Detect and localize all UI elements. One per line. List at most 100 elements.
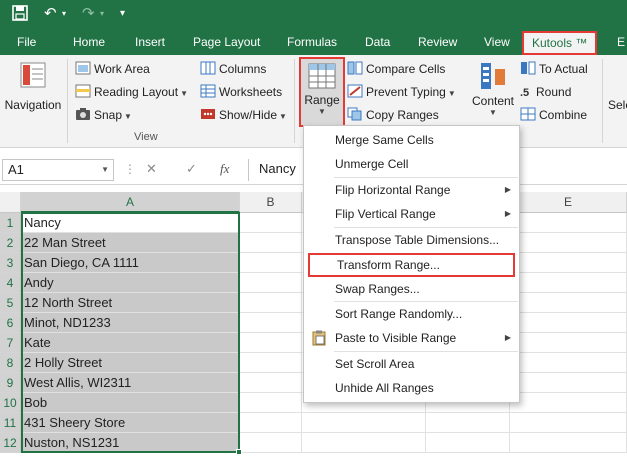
cell-empty[interactable] [510, 333, 627, 353]
tab-insert[interactable]: Insert [135, 30, 165, 55]
cell-empty[interactable] [240, 413, 302, 433]
row-header[interactable]: 1 [0, 213, 21, 233]
menu-item-transpose-table-dimensions[interactable]: Transpose Table Dimensions... [304, 228, 519, 252]
cell-empty[interactable] [240, 393, 302, 413]
reading-layout-button[interactable]: Reading Layout ▼ [75, 82, 188, 102]
column-header-a[interactable]: A [21, 192, 240, 213]
tab-review[interactable]: Review [418, 30, 457, 55]
columns-icon [200, 61, 216, 75]
undo-icon[interactable]: ↶ [44, 5, 57, 23]
cell-empty[interactable] [302, 413, 426, 433]
redo-icon[interactable]: ↷ [82, 5, 95, 23]
copy-ranges-button[interactable]: Copy Ranges [347, 105, 439, 125]
cell-empty[interactable] [240, 273, 302, 293]
worksheets-icon [200, 84, 216, 98]
worksheets-label: Worksheets [219, 85, 283, 99]
cell-empty[interactable] [240, 293, 302, 313]
cell-empty[interactable] [426, 433, 510, 453]
menu-item-merge-same-cells[interactable]: Merge Same Cells [304, 128, 519, 152]
cell-empty[interactable] [240, 333, 302, 353]
work-area-button[interactable]: Work Area [75, 59, 150, 79]
cell-empty[interactable] [510, 373, 627, 393]
menu-item-flip-vertical-range[interactable]: Flip Vertical Range ▶ [304, 202, 519, 226]
menu-item-unhide-all-ranges[interactable]: Unhide All Ranges [304, 376, 519, 400]
chevron-down-icon[interactable]: ▼ [101, 160, 109, 180]
cell-empty[interactable] [510, 353, 627, 373]
name-box[interactable]: A1 ▼ [2, 159, 114, 181]
tab-truncated[interactable]: E [617, 30, 625, 55]
select-all-corner[interactable] [0, 192, 21, 213]
show-hide-button[interactable]: Show/Hide ▼ [200, 105, 287, 125]
tab-formulas[interactable]: Formulas [287, 30, 337, 55]
cell-empty[interactable] [240, 313, 302, 333]
navigation-button[interactable]: Navigation [3, 61, 63, 112]
content-button[interactable]: Content ▼ [466, 61, 520, 117]
insert-function-icon[interactable]: fx [220, 161, 229, 177]
cell-empty[interactable] [426, 413, 510, 433]
worksheets-button[interactable]: Worksheets [200, 82, 282, 102]
row-header[interactable]: 10 [0, 393, 21, 413]
cell-empty[interactable] [510, 213, 627, 233]
customize-qat-icon[interactable]: ▾ [120, 5, 125, 23]
row-header[interactable]: 12 [0, 433, 21, 453]
redo-dropdown-icon[interactable]: ▾ [100, 5, 104, 23]
cancel-entry-icon[interactable]: ✕ [146, 161, 157, 177]
range-button[interactable]: Range ▼ [299, 57, 345, 127]
prevent-typing-button[interactable]: Prevent Typing ▼ [347, 82, 456, 102]
row-header[interactable]: 2 [0, 233, 21, 253]
round-button[interactable]: .5 Round [520, 82, 571, 102]
snap-button[interactable]: Snap ▼ [75, 105, 132, 125]
cell-empty[interactable] [240, 433, 302, 453]
work-area-label: Work Area [94, 62, 150, 76]
menu-item-paste-to-visible-range[interactable]: Paste to Visible Range ▶ [304, 326, 519, 350]
menu-item-swap-ranges[interactable]: Swap Ranges... [304, 277, 519, 301]
cell-empty[interactable] [302, 433, 426, 453]
select-button-truncated[interactable]: Sele [608, 95, 627, 115]
row-header[interactable]: 6 [0, 313, 21, 333]
columns-button[interactable]: Columns [200, 59, 266, 79]
combine-button[interactable]: Combine [520, 105, 587, 125]
tab-page-layout[interactable]: Page Layout [193, 30, 260, 55]
cell-empty[interactable] [510, 393, 627, 413]
save-icon[interactable] [12, 5, 28, 26]
cell-empty[interactable] [240, 213, 302, 233]
cell-empty[interactable] [510, 253, 627, 273]
menu-item-sort-range-randomly[interactable]: Sort Range Randomly... [304, 302, 519, 326]
row-header[interactable]: 3 [0, 253, 21, 273]
compare-cells-button[interactable]: Compare Cells [347, 59, 445, 79]
row-header[interactable]: 11 [0, 413, 21, 433]
cell-empty[interactable] [510, 413, 627, 433]
chevron-down-icon: ▼ [180, 89, 188, 98]
confirm-entry-icon[interactable]: ✓ [186, 161, 197, 177]
cell-empty[interactable] [240, 253, 302, 273]
tab-home[interactable]: Home [73, 30, 105, 55]
tab-data[interactable]: Data [365, 30, 390, 55]
row-header[interactable]: 8 [0, 353, 21, 373]
cell-empty[interactable] [510, 313, 627, 333]
menu-item-unmerge-cell[interactable]: Unmerge Cell [304, 152, 519, 176]
column-header-e[interactable]: E [510, 192, 627, 213]
row-header[interactable]: 5 [0, 293, 21, 313]
column-header-b[interactable]: B [240, 192, 302, 213]
row-header[interactable]: 9 [0, 373, 21, 393]
tab-kutools[interactable]: Kutools ™ [522, 31, 598, 55]
formula-input[interactable]: Nancy [248, 159, 308, 181]
ribbon-tab-bar: File Home Insert Page Layout Formulas Da… [0, 30, 627, 55]
tab-view[interactable]: View [484, 30, 510, 55]
fill-handle[interactable] [236, 449, 242, 455]
menu-item-set-scroll-area[interactable]: Set Scroll Area [304, 352, 519, 376]
undo-dropdown-icon[interactable]: ▾ [62, 5, 66, 23]
menu-item-flip-horizontal-range[interactable]: Flip Horizontal Range ▶ [304, 178, 519, 202]
cell-empty[interactable] [240, 373, 302, 393]
cell-empty[interactable] [240, 233, 302, 253]
cell-empty[interactable] [510, 433, 627, 453]
cell-empty[interactable] [510, 233, 627, 253]
cell-empty[interactable] [510, 293, 627, 313]
row-header[interactable]: 7 [0, 333, 21, 353]
row-header[interactable]: 4 [0, 273, 21, 293]
tab-file[interactable]: File [17, 30, 36, 55]
cell-empty[interactable] [240, 353, 302, 373]
cell-empty[interactable] [510, 273, 627, 293]
to-actual-button[interactable]: To Actual [520, 59, 588, 79]
menu-item-transform-range[interactable]: Transform Range... [308, 253, 515, 277]
